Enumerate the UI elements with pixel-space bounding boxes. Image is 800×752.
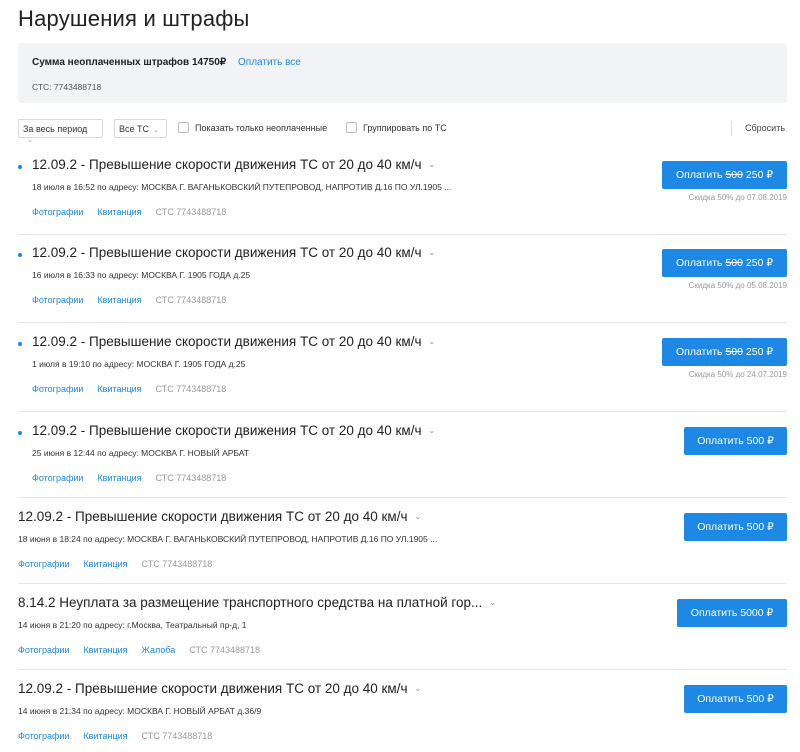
fine-address: 18 июля в 16:52 по адресу: МОСКВА Г. ВАГ…	[32, 182, 452, 192]
old-price: 500	[725, 257, 743, 269]
fine-title[interactable]: 8.14.2 Неуплата за размещение транспортн…	[18, 595, 496, 610]
fine-item: 12.09.2 - Превышение скорости движения Т…	[18, 157, 787, 235]
fine-item: 8.14.2 Неуплата за размещение транспортн…	[18, 595, 787, 670]
pay-button[interactable]: Оплатить 500 ₽	[684, 513, 787, 541]
vehicle-select[interactable]: Все ТС ⌄	[114, 119, 167, 138]
fine-links: Фотографии Квитанция СТС 7743488718	[32, 207, 240, 217]
photos-link[interactable]: Фотографии	[32, 295, 83, 305]
receipt-link[interactable]: Квитанция	[97, 473, 141, 483]
fine-links: Фотографии Квитанция СТС 7743488718	[32, 295, 240, 305]
pay-button[interactable]: Оплатить 500 250 ₽	[662, 338, 787, 366]
receipt-link[interactable]: Квитанция	[97, 207, 141, 217]
fine-item: 12.09.2 - Превышение скорости движения Т…	[18, 334, 787, 412]
photos-link[interactable]: Фотографии	[18, 559, 69, 569]
chevron-down-icon: ⌄	[428, 248, 436, 257]
fine-address: 1 июля в 19:10 по адресу: МОСКВА Г. 1905…	[32, 359, 246, 369]
fine-title[interactable]: 12.09.2 - Превышение скорости движения Т…	[32, 423, 435, 438]
photos-link[interactable]: Фотографии	[32, 473, 83, 483]
fine-title[interactable]: 12.09.2 - Превышение скорости движения Т…	[32, 334, 435, 349]
discount-note: Скидка 50% до 07.08.2019	[688, 193, 787, 202]
receipt-link[interactable]: Квитанция	[97, 295, 141, 305]
vehicle-select-value: Все ТС	[119, 124, 150, 134]
receipt-link[interactable]: Квитанция	[83, 731, 127, 741]
page-title: Нарушения и штрафы	[18, 6, 250, 31]
fine-address: 25 июня в 12:44 по адресу: МОСКВА Г. НОВ…	[32, 448, 249, 458]
sts-number: СТС 7743488718	[155, 295, 227, 305]
receipt-link[interactable]: Квитанция	[97, 384, 141, 394]
unpaid-summary-panel: Сумма неоплаченных штрафов 14750₽ Оплати…	[18, 43, 787, 103]
fine-item: 12.09.2 - Превышение скорости движения Т…	[18, 245, 787, 323]
photos-link[interactable]: Фотографии	[18, 645, 69, 655]
complaint-link[interactable]: Жалоба	[142, 645, 176, 655]
pay-button[interactable]: Оплатить 5000 ₽	[677, 599, 787, 627]
fine-address: 14 июня в 21:20 по адресу: г.Москва, Теа…	[18, 620, 247, 630]
pay-all-link[interactable]: Оплатить все	[238, 57, 301, 68]
checkbox-icon[interactable]	[346, 122, 357, 133]
sts-number: СТС: 7743488718	[32, 82, 102, 92]
fine-address: 14 июня в 21:34 по адресу: МОСКВА Г. НОВ…	[18, 706, 262, 716]
chevron-down-icon: ⌄	[428, 160, 436, 169]
sts-number: СТС 7743488718	[155, 207, 227, 217]
sts-number: СТС 7743488718	[155, 384, 227, 394]
fine-title[interactable]: 12.09.2 - Превышение скорости движения Т…	[32, 157, 435, 172]
only-unpaid-label: Показать только неоплаченные	[195, 123, 328, 133]
unread-dot-icon	[18, 253, 22, 257]
period-select-value: За весь период	[23, 124, 88, 134]
photos-link[interactable]: Фотографии	[32, 384, 83, 394]
old-price: 500	[725, 169, 743, 181]
fine-item: 12.09.2 - Превышение скорости движения Т…	[18, 423, 787, 498]
chevron-down-icon: ⌄	[414, 684, 422, 693]
checkbox-icon[interactable]	[178, 122, 189, 133]
discounted-price: 250 ₽	[745, 346, 774, 358]
group-by-vehicle-label: Группировать по ТС	[363, 123, 447, 133]
sts-number: СТС 7743488718	[189, 645, 261, 655]
discounted-price: 250 ₽	[745, 257, 774, 269]
fine-title[interactable]: 12.09.2 - Превышение скорости движения Т…	[18, 681, 421, 696]
photos-link[interactable]: Фотографии	[32, 207, 83, 217]
unpaid-total: Сумма неоплаченных штрафов 14750₽	[32, 57, 227, 68]
chevron-down-icon: ⌄	[428, 337, 436, 346]
fine-item: 12.09.2 - Превышение скорости движения Т…	[18, 681, 787, 752]
sts-number: СТС 7743488718	[141, 559, 213, 569]
fine-title[interactable]: 12.09.2 - Превышение скорости движения Т…	[18, 509, 421, 524]
pay-button[interactable]: Оплатить 500 250 ₽	[662, 249, 787, 277]
sts-number: СТС 7743488718	[155, 473, 227, 483]
reset-filters-button[interactable]: Сбросить	[745, 123, 785, 133]
photos-link[interactable]: Фотографии	[18, 731, 69, 741]
unread-dot-icon	[18, 431, 22, 435]
chevron-down-icon: ⌄	[27, 137, 33, 144]
unread-dot-icon	[18, 165, 22, 169]
discount-note: Скидка 50% до 05.08.2019	[688, 281, 787, 290]
receipt-link[interactable]: Квитанция	[83, 559, 127, 569]
divider	[731, 121, 732, 136]
sts-number: СТС 7743488718	[141, 731, 213, 741]
old-price: 500	[725, 346, 743, 358]
fine-links: Фотографии Квитанция СТС 7743488718	[32, 384, 240, 394]
chevron-down-icon: ⌄	[414, 512, 422, 521]
fine-item: 12.09.2 - Превышение скорости движения Т…	[18, 509, 787, 584]
only-unpaid-checkbox[interactable]: Показать только неоплаченные	[178, 122, 327, 133]
discount-note: Скидка 50% до 24.07.2019	[688, 370, 787, 379]
chevron-down-icon: ⌄	[153, 127, 159, 134]
discounted-price: 250 ₽	[745, 169, 774, 181]
fine-address: 16 июля в 16:33 по адресу: МОСКВА Г. 190…	[32, 270, 251, 280]
fine-links: Фотографии Квитанция Жалоба СТС 7743488718	[18, 645, 274, 655]
group-by-vehicle-checkbox[interactable]: Группировать по ТС	[346, 122, 447, 133]
filters-bar: За весь период⌄ Все ТС ⌄ Показать только …	[18, 119, 787, 144]
fine-links: Фотографии Квитанция СТС 7743488718	[18, 559, 226, 569]
pay-button[interactable]: Оплатить 500 ₽	[684, 685, 787, 713]
fine-links: Фотографии Квитанция СТС 7743488718	[18, 731, 226, 741]
receipt-link[interactable]: Квитанция	[83, 645, 127, 655]
chevron-down-icon: ⌄	[489, 598, 497, 607]
period-select[interactable]: За весь период ⌄	[18, 119, 103, 144]
fine-address: 18 июня в 18:24 по адресу: МОСКВА Г. ВАГ…	[18, 534, 438, 544]
pay-button[interactable]: Оплатить 500 ₽	[684, 427, 787, 455]
pay-button[interactable]: Оплатить 500 250 ₽	[662, 161, 787, 189]
fine-links: Фотографии Квитанция СТС 7743488718	[32, 473, 240, 483]
chevron-down-icon: ⌄	[428, 426, 436, 435]
fine-title[interactable]: 12.09.2 - Превышение скорости движения Т…	[32, 245, 435, 260]
unread-dot-icon	[18, 342, 22, 346]
